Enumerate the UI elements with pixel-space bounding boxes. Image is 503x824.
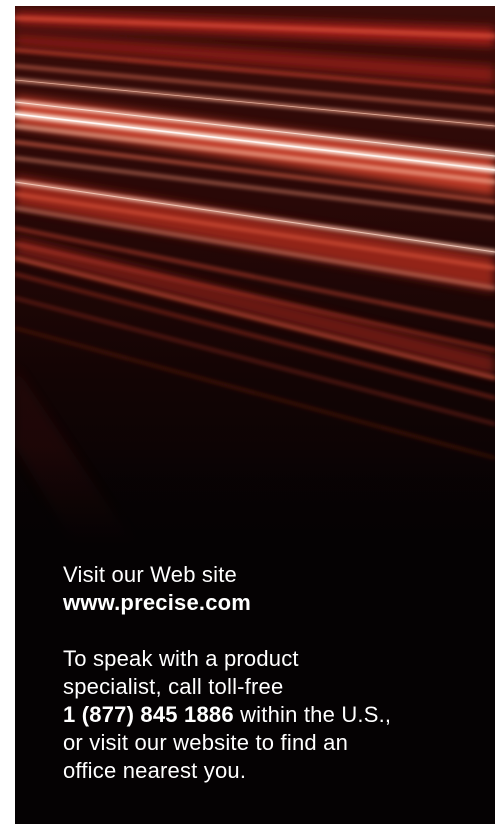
website-link[interactable]: www.precise.com	[63, 589, 483, 617]
contact-line-3: 1 (877) 845 1886 within the U.S.,	[63, 701, 483, 729]
contact-line-4: or visit our website to find an	[63, 730, 349, 755]
visit-label: Visit our Web site	[63, 562, 237, 587]
phone-number[interactable]: 1 (877) 845 1886	[63, 702, 234, 727]
contact-line-1: To speak with a product	[63, 646, 299, 671]
contact-text-block: Visit our Web site www.precise.com To sp…	[63, 561, 483, 785]
light-trails-image	[15, 6, 495, 546]
phone-suffix: within the U.S.,	[233, 702, 392, 727]
brochure-page: Visit our Web site www.precise.com To sp…	[0, 0, 503, 824]
contact-line-2: specialist, call toll-free	[63, 674, 284, 699]
contact-line-5: office nearest you.	[63, 758, 247, 783]
dark-panel: Visit our Web site www.precise.com To sp…	[15, 6, 495, 824]
